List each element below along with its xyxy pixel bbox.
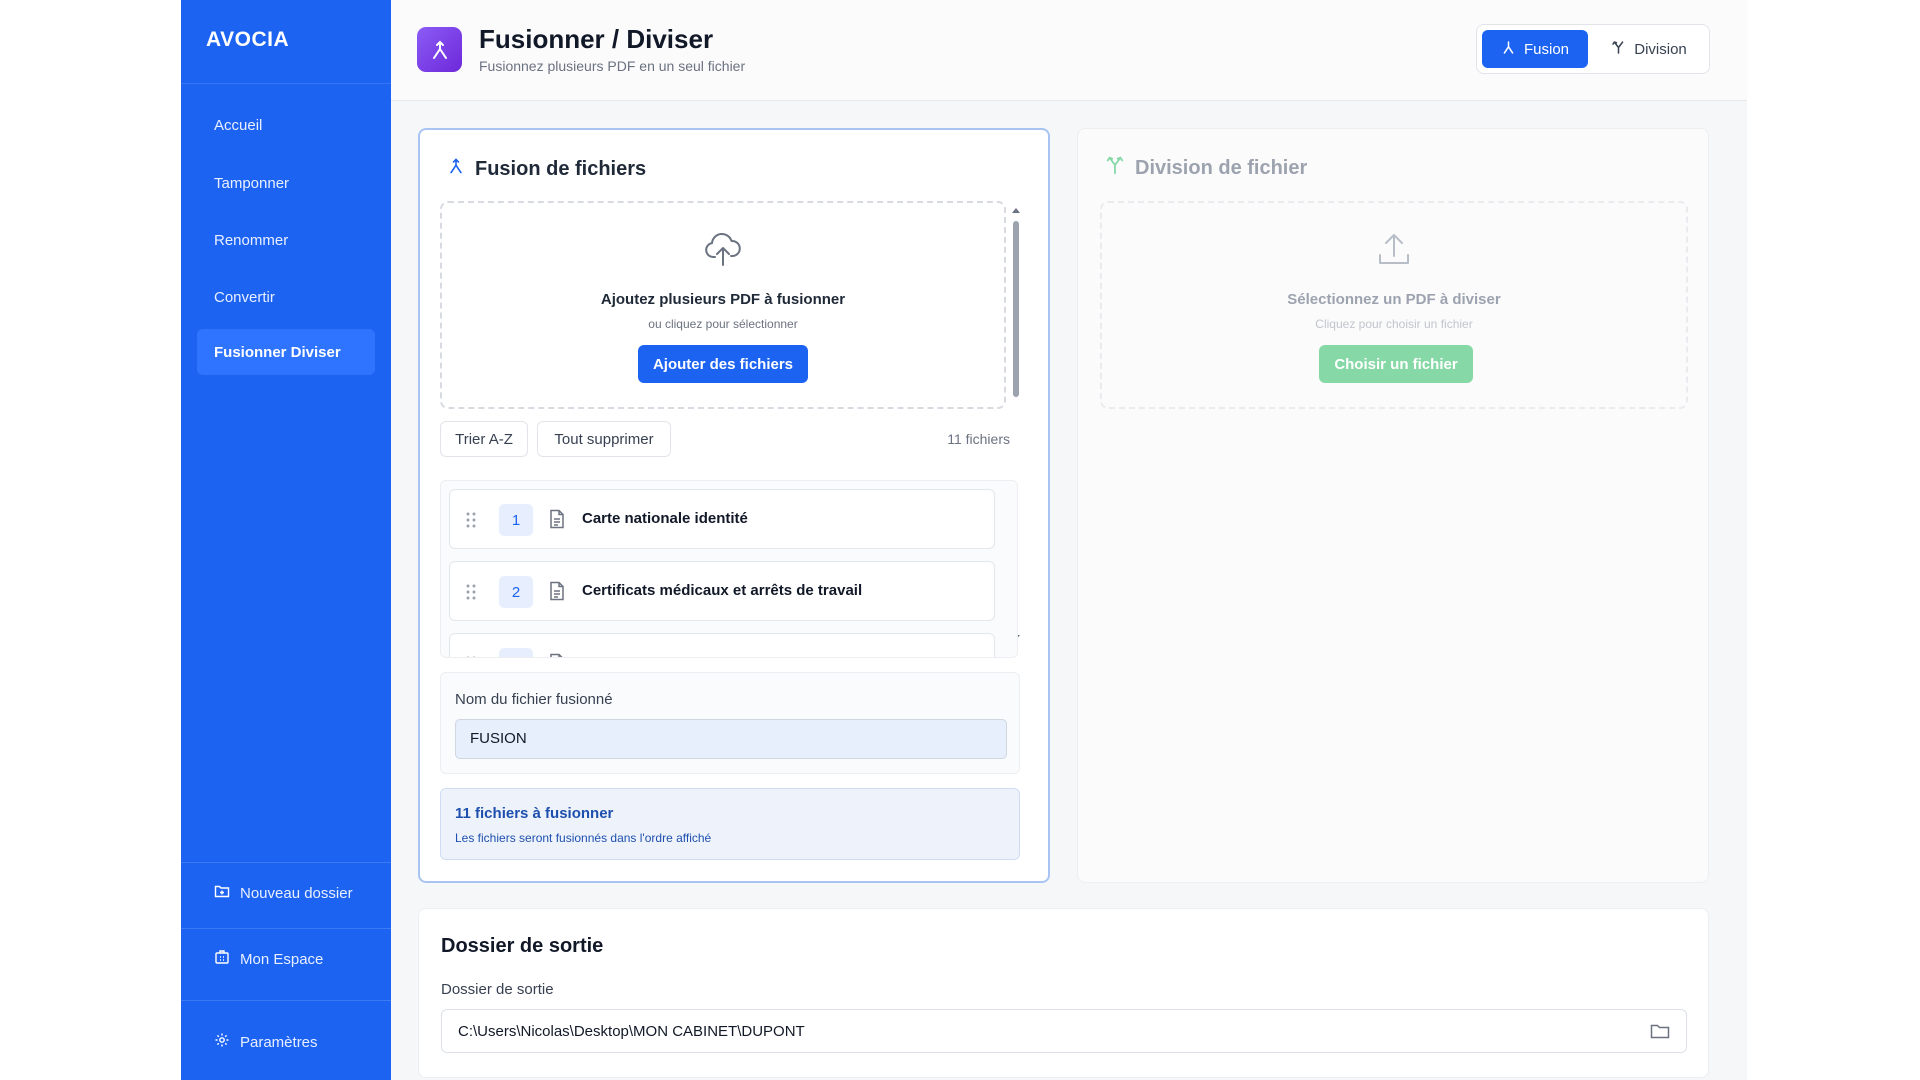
sidebar-item-label: Accueil bbox=[214, 116, 263, 134]
file-count: 11 fichiers bbox=[947, 431, 1010, 447]
division-panel-title: Division de fichier bbox=[1105, 155, 1307, 181]
page-header: Fusionner / Diviser Fusionnez plusieurs … bbox=[391, 0, 1747, 101]
file-name: Certificats médicaux et arrêts de travai… bbox=[582, 582, 863, 599]
settings-label: Paramètres bbox=[240, 1033, 318, 1051]
sidebar-item-label: Tamponner bbox=[214, 174, 290, 192]
sidebar: AVOCIA Accueil Tamponner Renommer Conver… bbox=[181, 0, 391, 1080]
new-folder-label: Nouveau dossier bbox=[240, 884, 353, 902]
sidebar-item-accueil[interactable]: Accueil bbox=[197, 102, 375, 148]
clear-all-button[interactable]: Tout supprimer bbox=[537, 421, 671, 457]
fusion-panel: Fusion de fichiers Ajoutez plusieurs PDF… bbox=[418, 128, 1050, 883]
tab-division[interactable]: Division bbox=[1593, 30, 1705, 68]
list-item[interactable]: 3 bbox=[449, 633, 995, 657]
page-title: Fusionner / Diviser bbox=[479, 24, 714, 54]
building-icon bbox=[214, 949, 230, 969]
fusion-dropzone[interactable]: Ajoutez plusieurs PDF à fusionner ou cli… bbox=[440, 201, 1006, 409]
merge-info-box: 11 fichiers à fusionner Les fichiers ser… bbox=[440, 788, 1020, 860]
settings-button[interactable]: Paramètres bbox=[214, 1032, 318, 1052]
sidebar-divider bbox=[181, 1000, 391, 1001]
merge-info-title: 11 fichiers à fusionner bbox=[455, 805, 614, 822]
my-space-label: Mon Espace bbox=[240, 950, 324, 968]
output-name-label: Nom du fichier fusionné bbox=[455, 691, 613, 708]
upload-icon bbox=[1374, 229, 1414, 274]
output-folder-field[interactable]: C:\Users\Nicolas\Desktop\MON CABINET\DUP… bbox=[441, 1009, 1687, 1053]
choose-file-button[interactable]: Choisir un fichier bbox=[1319, 345, 1473, 383]
mode-toggle: Fusion Division bbox=[1476, 24, 1710, 74]
my-space-button[interactable]: Mon Espace bbox=[214, 949, 323, 969]
sidebar-item-convertir[interactable]: Convertir bbox=[197, 274, 375, 320]
split-icon bbox=[1105, 155, 1125, 181]
folder-plus-icon bbox=[214, 883, 230, 903]
sidebar-item-label: Convertir bbox=[214, 288, 275, 306]
drag-handle-icon[interactable] bbox=[466, 584, 476, 600]
sidebar-divider bbox=[181, 928, 391, 929]
split-icon bbox=[1611, 40, 1626, 59]
tab-fusion[interactable]: Fusion bbox=[1482, 30, 1588, 68]
merge-icon bbox=[447, 156, 465, 182]
sidebar-item-label: Renommer bbox=[214, 231, 289, 249]
merge-icon bbox=[417, 27, 462, 72]
sort-az-button[interactable]: Trier A-Z bbox=[440, 421, 528, 457]
merge-icon bbox=[1501, 40, 1516, 59]
dropzone-hint: ou cliquez pour sélectionner bbox=[648, 317, 798, 331]
sidebar-item-label: Fusionner Diviser bbox=[214, 343, 341, 361]
output-name-section: Nom du fichier fusionné FUSION bbox=[440, 672, 1020, 774]
tab-fusion-label: Fusion bbox=[1523, 40, 1570, 58]
sidebar-item-fusionner-diviser[interactable]: Fusionner Diviser bbox=[197, 329, 375, 375]
file-name: Carte nationale identité bbox=[582, 510, 748, 527]
document-icon bbox=[548, 509, 566, 534]
output-name-input[interactable]: FUSION bbox=[455, 719, 1007, 759]
list-item[interactable]: 2 Certificats médicaux et arrêts de trav… bbox=[449, 561, 995, 621]
output-folder-panel: Dossier de sortie Dossier de sortie C:\U… bbox=[418, 908, 1709, 1078]
brand-logo: AVOCIA bbox=[206, 28, 290, 51]
sidebar-divider bbox=[181, 83, 391, 84]
app-window: AVOCIA Accueil Tamponner Renommer Conver… bbox=[181, 0, 1747, 1080]
output-folder-label: Dossier de sortie bbox=[441, 981, 554, 998]
tab-division-label: Division bbox=[1634, 40, 1687, 58]
file-index-badge: 2 bbox=[499, 576, 533, 608]
list-item[interactable]: 1 Carte nationale identité bbox=[449, 489, 995, 549]
division-dropzone[interactable]: Sélectionnez un PDF à diviser Cliquez po… bbox=[1100, 201, 1688, 409]
gear-icon bbox=[214, 1032, 230, 1052]
folder-icon[interactable] bbox=[1650, 1022, 1670, 1045]
document-icon bbox=[548, 653, 566, 657]
merge-info-text: Les fichiers seront fusionnés dans l'ord… bbox=[455, 831, 712, 845]
dropzone-title: Sélectionnez un PDF à diviser bbox=[1287, 291, 1501, 308]
fusion-title-text: Fusion de fichiers bbox=[475, 157, 647, 180]
sidebar-item-tamponner[interactable]: Tamponner bbox=[197, 160, 375, 206]
division-panel: Division de fichier Sélectionnez un PDF … bbox=[1077, 128, 1709, 883]
sidebar-divider bbox=[181, 862, 391, 863]
output-folder-title: Dossier de sortie bbox=[441, 935, 604, 957]
drag-handle-icon[interactable] bbox=[466, 512, 476, 528]
cloud-upload-icon bbox=[703, 229, 743, 274]
dropzone-title: Ajoutez plusieurs PDF à fusionner bbox=[600, 291, 846, 308]
dropzone-hint: Cliquez pour choisir un fichier bbox=[1315, 317, 1473, 331]
file-list: 1 Carte nationale identité 2 Certificats… bbox=[440, 480, 1018, 658]
output-folder-path: C:\Users\Nicolas\Desktop\MON CABINET\DUP… bbox=[458, 1023, 805, 1040]
drag-handle-icon[interactable] bbox=[466, 656, 476, 657]
file-index-badge: 1 bbox=[499, 504, 533, 536]
division-title-text: Division de fichier bbox=[1135, 156, 1308, 179]
fusion-panel-title: Fusion de fichiers bbox=[447, 156, 646, 182]
new-folder-button[interactable]: Nouveau dossier bbox=[214, 883, 353, 903]
document-icon bbox=[548, 581, 566, 606]
file-index-badge: 3 bbox=[499, 648, 533, 657]
sidebar-item-renommer[interactable]: Renommer bbox=[197, 217, 375, 263]
add-files-button[interactable]: Ajouter des fichiers bbox=[638, 345, 808, 383]
page-subtitle: Fusionnez plusieurs PDF en un seul fichi… bbox=[479, 58, 746, 74]
